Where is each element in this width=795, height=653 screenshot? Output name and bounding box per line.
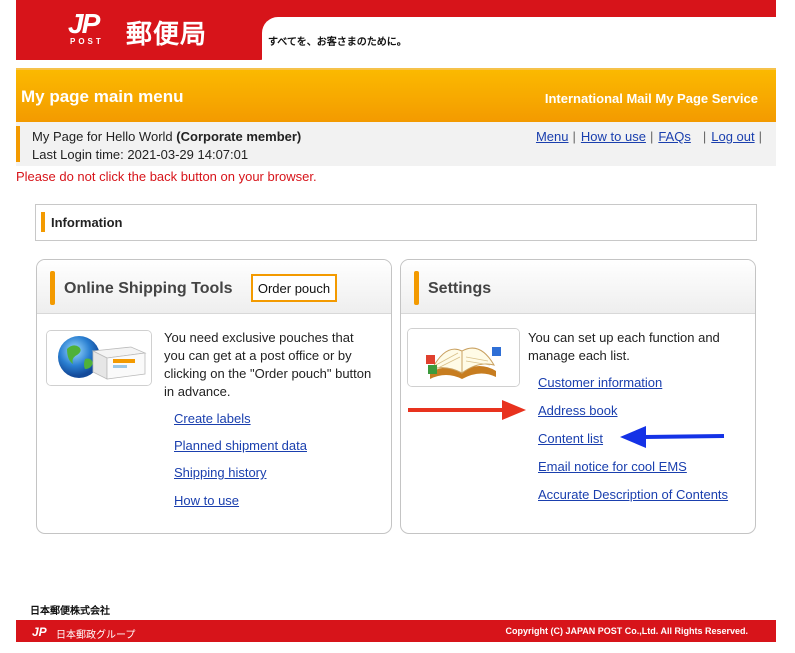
list-item: Customer information <box>538 374 662 392</box>
nav-separator: | <box>649 129 654 144</box>
brand-logo-block[interactable]: JP POST 郵便局 <box>16 0 278 60</box>
settings-panel-description: You can set up each function and manage … <box>528 330 720 363</box>
order-pouch-button[interactable]: Order pouch <box>251 274 337 302</box>
logo-sub-text: POST <box>70 37 104 46</box>
create-labels-link[interactable]: Create labels <box>174 411 251 426</box>
footer-group-name: 日本郵政グループ <box>56 630 136 641</box>
address-book-icon <box>407 328 520 387</box>
logo-text: 郵便局 <box>126 20 208 50</box>
shipping-panel-header: Online Shipping Tools Order pouch <box>37 260 391 314</box>
email-notice-cool-ems-link[interactable]: Email notice for cool EMS <box>538 459 687 474</box>
list-item: Accurate Description of Contents <box>538 486 728 504</box>
shipping-panel-accent <box>50 271 55 305</box>
shipping-panel-title: Online Shipping Tools <box>64 280 233 297</box>
red-arrow-icon <box>408 400 526 420</box>
customer-information-link[interactable]: Customer information <box>538 375 662 390</box>
settings-panel-title: Settings <box>428 280 492 297</box>
log-out-link[interactable]: Log out <box>711 129 754 144</box>
list-item: Content list <box>538 430 603 448</box>
globe-parcel-icon <box>46 330 152 386</box>
footer-bar: JP 日本郵政グループ Copyright (C) JAPAN POST Co.… <box>16 620 776 642</box>
information-box: Information <box>35 204 757 241</box>
settings-panel-accent <box>414 271 419 305</box>
menu-link[interactable]: Menu <box>536 129 569 144</box>
user-name: My Page for Hello World <box>32 129 173 144</box>
top-nav: Menu | How to use | FAQs | Log out | <box>536 129 767 144</box>
shipping-history-link[interactable]: Shipping history <box>174 465 267 480</box>
planned-shipment-data-link[interactable]: Planned shipment data <box>174 438 307 453</box>
header-tagline: すべてを、お客さまのために。 <box>268 37 407 48</box>
address-book-link[interactable]: Address book <box>538 403 618 418</box>
page-title: My page main menu <box>21 87 184 106</box>
footer-jp-logo-icon: JP <box>32 625 47 639</box>
user-greeting: My Page for Hello World (Corporate membe… <box>32 129 301 144</box>
service-name: International Mail My Page Service <box>544 91 758 106</box>
how-to-use-guide-link[interactable]: How to use <box>174 493 239 508</box>
list-item: Create labels <box>174 410 251 428</box>
list-item: Shipping history <box>174 464 267 482</box>
shipping-panel-description: You need exclusive pouches that you can … <box>164 330 372 399</box>
nav-separator: | <box>572 129 576 144</box>
settings-panel: Settings You can set up each function an… <box>400 259 756 534</box>
member-type: (Corporate member) <box>176 129 302 144</box>
jp-post-logo-icon: JP POST <box>68 10 118 50</box>
list-item: Address book <box>538 402 618 420</box>
site-header: JP POST 郵便局 <box>16 0 776 60</box>
last-login-time: Last Login time: 2021-03-29 14:07:01 <box>32 147 249 162</box>
logo-mark-text: JP <box>68 8 100 39</box>
content-list-link[interactable]: Content list <box>538 431 603 446</box>
footer-company-name: 日本郵便株式会社 <box>30 606 110 617</box>
footer-copyright: Copyright (C) JAPAN POST Co.,Ltd. All Ri… <box>505 626 748 636</box>
title-band: My page main menu International Mail My … <box>16 68 776 122</box>
how-to-use-link[interactable]: How to use <box>581 129 646 144</box>
blue-arrow-icon <box>620 426 725 448</box>
information-heading: Information <box>51 215 123 230</box>
nav-separator: | <box>758 129 762 144</box>
user-bar-accent <box>16 126 20 162</box>
accurate-description-link[interactable]: Accurate Description of Contents <box>538 487 728 502</box>
list-item: Planned shipment data <box>174 437 307 455</box>
back-button-warning: Please do not click the back button on y… <box>16 169 317 184</box>
settings-panel-header: Settings <box>401 260 755 314</box>
list-item: Email notice for cool EMS <box>538 458 687 476</box>
information-accent <box>41 212 45 232</box>
nav-separator: | <box>702 129 707 144</box>
list-item: How to use <box>174 492 239 510</box>
online-shipping-tools-panel: Online Shipping Tools Order pouch You ne… <box>36 259 392 534</box>
faqs-link[interactable]: FAQs <box>658 129 691 144</box>
user-info-bar: My Page for Hello World (Corporate membe… <box>16 122 776 166</box>
